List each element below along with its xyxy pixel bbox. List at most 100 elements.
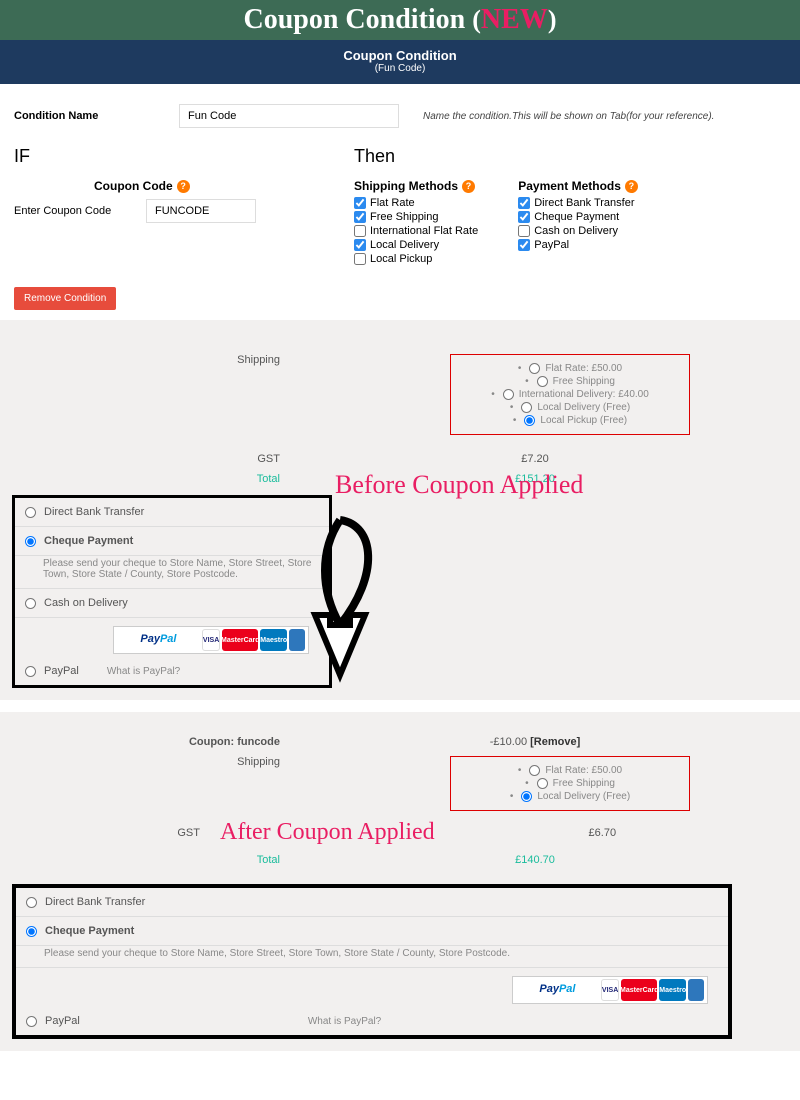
method-label: International Flat Rate [370,225,478,237]
cheque-label: Cheque Payment [44,535,133,547]
method-checkbox[interactable] [354,211,366,223]
shipping-radio[interactable] [537,376,548,387]
condition-name-input[interactable] [179,104,399,128]
radio-cheque[interactable] [26,926,37,937]
gst-label: GST [30,453,300,465]
shipping-option-label: Free Shipping [553,376,615,387]
shipping-methods-group: Shipping Methods ? Flat Rate Free Shippin… [354,179,478,267]
shipping-option[interactable]: Free Shipping [461,376,679,387]
dbt-label: Direct Bank Transfer [45,896,145,908]
condition-name-label: Condition Name [14,110,179,122]
what-is-paypal-link[interactable]: What is PayPal? [107,666,180,677]
checkbox-row[interactable]: International Flat Rate [354,225,478,237]
shipping-option[interactable]: Local Delivery (Free) [461,402,679,413]
remove-condition-button[interactable]: Remove Condition [14,287,116,310]
paren-close: ) [548,5,557,34]
payment-option[interactable]: Cheque Payment [16,917,728,946]
payment-option[interactable]: PayPal VISA MasterCard Maestro PayPal Wh… [16,968,728,1035]
shipping-methods-label: Shipping Methods [354,179,458,193]
radio-cheque[interactable] [25,536,36,547]
banner-title: Coupon Condition [243,4,465,35]
total-value: £140.70 [300,854,770,866]
shipping-option[interactable]: International Delivery: £40.00 [461,389,679,400]
checkbox-row[interactable]: Cheque Payment [518,211,638,223]
shipping-option[interactable]: Free Shipping [461,778,679,789]
method-label: Direct Bank Transfer [534,197,634,209]
paypal-label: PayPal [45,1015,80,1027]
shipping-option[interactable]: Local Delivery (Free) [461,791,679,802]
checkbox-row[interactable]: PayPal [518,239,638,251]
shipping-option-label: Local Pickup (Free) [540,415,627,426]
method-label: Free Shipping [370,211,439,223]
method-label: Local Delivery [370,239,439,251]
if-heading: IF [14,146,354,167]
mastercard-icon: MasterCard [222,629,258,651]
method-checkbox[interactable] [354,225,366,237]
mastercard-icon: MasterCard [621,979,657,1001]
method-checkbox[interactable] [518,211,530,223]
method-checkbox[interactable] [354,239,366,251]
dbt-label: Direct Bank Transfer [44,506,144,518]
method-checkbox[interactable] [354,253,366,265]
shipping-option-label: Local Delivery (Free) [537,402,630,413]
shipping-radio[interactable] [529,765,540,776]
before-cart: Shipping Flat Rate: £50.00 Free Shipping I… [0,320,800,700]
remove-coupon-link[interactable]: [Remove] [530,736,580,748]
help-icon[interactable]: ? [462,180,475,193]
arrow-icon [280,515,400,685]
checkbox-row[interactable]: Local Delivery [354,239,478,251]
then-heading: Then [354,146,786,167]
shipping-option[interactable]: Flat Rate: £50.00 [461,363,679,374]
help-icon[interactable]: ? [625,180,638,193]
radio-dbt[interactable] [26,897,37,908]
radio-dbt[interactable] [25,507,36,518]
after-callout: After Coupon Applied [220,819,435,846]
if-column: IF Coupon Code ? Enter Coupon Code [14,146,354,267]
shipping-radio[interactable] [521,402,532,413]
shipping-radio[interactable] [503,389,514,400]
what-is-paypal-link[interactable]: What is PayPal? [308,1016,381,1027]
radio-cod[interactable] [25,598,36,609]
shipping-option[interactable]: Local Pickup (Free) [461,415,679,426]
method-checkbox[interactable] [518,225,530,237]
method-checkbox[interactable] [518,239,530,251]
coupon-code-input[interactable] [146,199,256,223]
amex-icon [688,979,704,1001]
header-title: Coupon Condition [0,48,800,63]
cod-label: Cash on Delivery [44,597,128,609]
shipping-option[interactable]: Flat Rate: £50.00 [461,765,679,776]
payment-methods-label: Payment Methods [518,179,621,193]
condition-form: Condition Name Name the condition.This w… [0,84,800,320]
radio-paypal[interactable] [26,1016,37,1027]
checkbox-row[interactable]: Local Pickup [354,253,478,265]
gst-value: £6.70 [435,827,770,839]
shipping-label: Shipping [30,354,300,435]
paypal-logo-icon: PayPal [539,983,575,995]
shipping-radio[interactable] [521,791,532,802]
shipping-radio[interactable] [537,778,548,789]
checkbox-row[interactable]: Direct Bank Transfer [518,197,638,209]
radio-paypal[interactable] [25,666,36,677]
method-checkbox[interactable] [518,197,530,209]
payment-option[interactable]: Direct Bank Transfer [16,888,728,917]
payment-cards: PayPal VISA MasterCard Maestro [512,976,708,1004]
checkbox-row[interactable]: Flat Rate [354,197,478,209]
maestro-icon: Maestro [659,979,686,1001]
shipping-option-label: Local Delivery (Free) [537,791,630,802]
total-label: Total [30,854,300,866]
shipping-label: Shipping [30,756,300,811]
shipping-option-label: Free Shipping [553,778,615,789]
payment-methods-group: Payment Methods ? Direct Bank Transfer Ch… [518,179,638,267]
method-label: Flat Rate [370,197,415,209]
shipping-radio[interactable] [529,363,540,374]
shipping-radio[interactable] [524,415,535,426]
total-label: Total [30,473,300,485]
checkbox-row[interactable]: Free Shipping [354,211,478,223]
checkbox-row[interactable]: Cash on Delivery [518,225,638,237]
condition-name-hint: Name the condition.This will be shown on… [423,111,714,122]
method-checkbox[interactable] [354,197,366,209]
help-icon[interactable]: ? [177,180,190,193]
header-bar: Coupon Condition (Fun Code) [0,40,800,84]
visa-card-icon: VISA [202,629,220,651]
coupon-discount: -£10.00 [490,736,527,748]
